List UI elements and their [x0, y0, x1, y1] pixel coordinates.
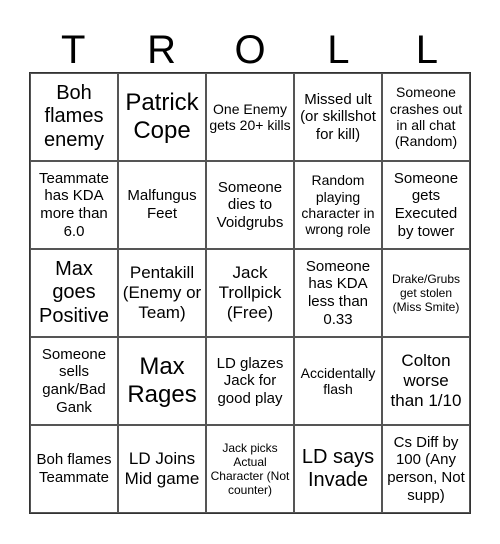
bingo-cell[interactable]: Accidentally flash: [294, 337, 382, 425]
bingo-cell[interactable]: LD glazes Jack for good play: [206, 337, 294, 425]
bingo-cell-text: Someone crashes out in all chat (Random): [389, 84, 463, 150]
bingo-cell-text: Someone has KDA less than 0.33: [305, 257, 371, 328]
bingo-cell-text: Jack Trollpick (Free): [218, 263, 282, 322]
bingo-cell[interactable]: Jack Trollpick (Free): [206, 249, 294, 337]
bingo-cell[interactable]: Max Rages: [118, 337, 206, 425]
bingo-cell-text: Someone sells gank/Bad Gank: [41, 345, 107, 416]
bingo-cell[interactable]: Someone sells gank/Bad Gank: [30, 337, 118, 425]
bingo-cell[interactable]: Boh flames Teammate: [30, 425, 118, 513]
bingo-cell[interactable]: LD Joins Mid game: [118, 425, 206, 513]
bingo-cell[interactable]: LD says Invade: [294, 425, 382, 513]
bingo-cell[interactable]: Random playing character in wrong role: [294, 161, 382, 249]
bingo-cell-text: Cs Diff by 100 (Any person, Not supp): [387, 433, 465, 504]
bingo-cell-text: One Enemy gets 20+ kills: [209, 100, 291, 133]
bingo-cell-text: LD Joins Mid game: [124, 449, 200, 488]
bingo-cell-text: Max goes Positive: [38, 257, 110, 327]
bingo-cell-text: LD glazes Jack for good play: [216, 354, 284, 407]
bingo-cell[interactable]: Drake/Grubs get stolen (Miss Smite): [382, 249, 470, 337]
header-letter: L: [327, 28, 350, 72]
bingo-cell[interactable]: Teammate has KDA more than 6.0: [30, 161, 118, 249]
bingo-cell[interactable]: Colton worse than 1/10: [382, 337, 470, 425]
bingo-cell-text: Pentakill (Enemy or Team): [122, 263, 202, 322]
bingo-cell[interactable]: Pentakill (Enemy or Team): [118, 249, 206, 337]
bingo-cell-text: Colton worse than 1/10: [390, 351, 462, 410]
bingo-cell[interactable]: Cs Diff by 100 (Any person, Not supp): [382, 425, 470, 513]
bingo-cell-text: Accidentally flash: [300, 364, 376, 397]
bingo-cell-text: Jack picks Actual Character (Not counter…: [210, 440, 290, 498]
bingo-cell[interactable]: Someone has KDA less than 0.33: [294, 249, 382, 337]
bingo-cell[interactable]: Someone gets Executed by tower: [382, 161, 470, 249]
bingo-cell-text: Boh flames Teammate: [36, 451, 112, 486]
bingo-cell[interactable]: Max goes Positive: [30, 249, 118, 337]
bingo-cell-text: Someone dies to Voidgrubs: [216, 178, 284, 231]
header-letter: R: [147, 28, 177, 72]
header-letter: T: [60, 28, 86, 72]
bingo-cell-text: Malfungus Feet: [127, 187, 197, 222]
bingo-board: Boh flames enemy Patrick Cope One Enemy ge…: [29, 72, 471, 514]
bingo-cell[interactable]: Boh flames enemy: [30, 73, 118, 161]
bingo-cell[interactable]: Jack picks Actual Character (Not counter…: [206, 425, 294, 513]
bingo-cell-text: Max Rages: [127, 352, 197, 408]
bingo-cell-text: Patrick Cope: [125, 88, 199, 144]
bingo-header: T R O L L: [29, 28, 471, 72]
bingo-cell-text: Missed ult (or skillshot for kill): [300, 90, 376, 143]
header-letter: O: [234, 28, 266, 72]
bingo-cell-text: Boh flames enemy: [43, 81, 105, 151]
bingo-cell-text: Drake/Grubs get stolen (Miss Smite): [391, 271, 461, 315]
bingo-cell-text: Someone gets Executed by tower: [393, 169, 459, 240]
bingo-cell[interactable]: Missed ult (or skillshot for kill): [294, 73, 382, 161]
bingo-cell[interactable]: Someone dies to Voidgrubs: [206, 161, 294, 249]
bingo-cell[interactable]: One Enemy gets 20+ kills: [206, 73, 294, 161]
bingo-cell[interactable]: Patrick Cope: [118, 73, 206, 161]
bingo-cell[interactable]: Someone crashes out in all chat (Random): [382, 73, 470, 161]
header-letter: L: [415, 28, 438, 72]
bingo-cell[interactable]: Malfungus Feet: [118, 161, 206, 249]
bingo-cell-text: Teammate has KDA more than 6.0: [38, 169, 110, 240]
bingo-cell-text: LD says Invade: [301, 445, 375, 491]
bingo-cell-text: Random playing character in wrong role: [301, 172, 375, 238]
